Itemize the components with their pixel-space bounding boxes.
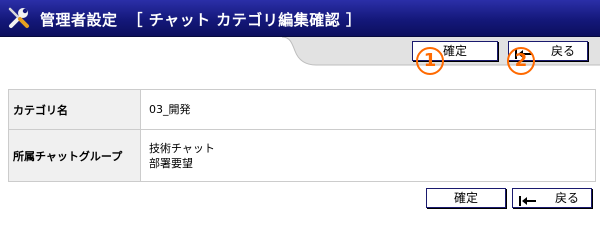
page-header: 管理者設定 ［ チャット カテゴリ編集確認 ］: [0, 0, 600, 37]
chat-group-label: 所属チャットグループ: [8, 129, 141, 182]
table-row: 所属チャットグループ 技術チャット 部署要望: [8, 129, 596, 182]
confirm-button-bottom[interactable]: 確定: [426, 188, 506, 208]
page-title-text: 管理者設定: [40, 11, 118, 29]
category-confirm-table: カテゴリ名 03_開発 所属チャットグループ 技術チャット 部署要望: [8, 89, 596, 182]
back-arrow-icon: [519, 193, 537, 211]
category-name-value: 03_開発: [140, 89, 596, 130]
chat-group-item: 技術チャット: [149, 141, 215, 155]
tools-icon: [6, 5, 32, 31]
annotation-marker-1: 1: [416, 47, 444, 75]
chat-group-values: 技術チャット 部署要望: [140, 129, 596, 182]
table-row: カテゴリ名 03_開発: [8, 89, 596, 130]
back-button-label: 戻る: [550, 44, 575, 58]
confirm-button-label: 確定: [442, 44, 467, 58]
chat-group-item: 部署要望: [149, 156, 193, 170]
category-name-label: カテゴリ名: [8, 89, 141, 130]
page-title: 管理者設定 ［ チャット カテゴリ編集確認 ］: [40, 9, 362, 30]
page-subtitle: ［ チャット カテゴリ編集確認 ］: [127, 11, 362, 29]
confirm-button-label: 確定: [453, 191, 478, 205]
back-button-label: 戻る: [554, 191, 579, 205]
back-button-bottom[interactable]: 戻る: [512, 188, 592, 208]
annotation-marker-2: 2: [507, 47, 535, 75]
